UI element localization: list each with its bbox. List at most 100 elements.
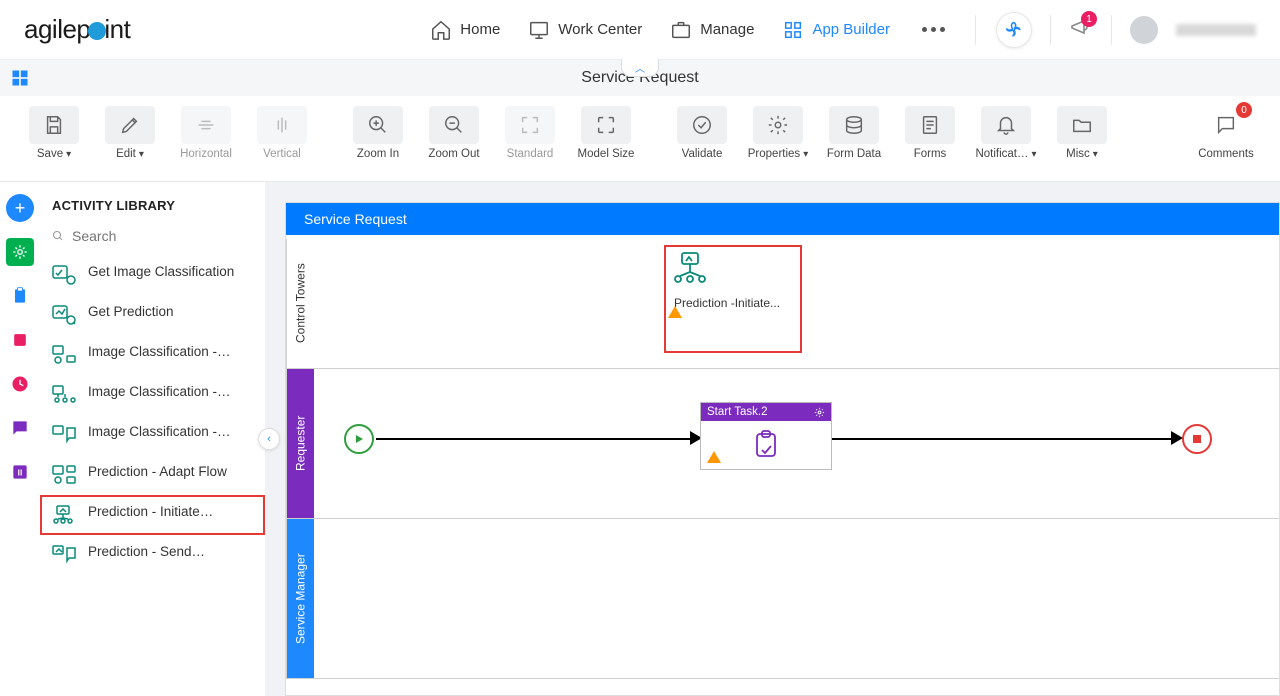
tool-edit-label: Edit	[116, 148, 136, 160]
tool-form-data-label: Form Data	[827, 148, 881, 160]
tool-edit[interactable]: Edit▾	[96, 106, 164, 160]
user-name	[1176, 24, 1256, 36]
brand-text-b: int	[104, 14, 130, 45]
tool-vertical-label: Vertical	[263, 148, 301, 160]
tool-properties[interactable]: Properties▾	[744, 106, 812, 160]
add-activity-button[interactable]: +	[6, 194, 34, 222]
activity-icon	[51, 304, 77, 326]
apps-icon	[782, 19, 804, 41]
activity-icon	[51, 424, 77, 446]
main-nav: Home Work Center Manage App Builder	[428, 13, 976, 47]
stop-icon	[1193, 435, 1201, 443]
tool-validate[interactable]: Validate	[668, 106, 736, 160]
search-icon	[52, 227, 64, 245]
briefcase-icon	[670, 19, 692, 41]
tool-properties-label: Properties	[748, 148, 800, 160]
search-input[interactable]	[72, 228, 253, 244]
warning-icon	[707, 451, 721, 463]
chevron-down-icon: ▾	[1032, 149, 1037, 160]
zoom-in-icon	[367, 114, 389, 136]
tool-misc[interactable]: Misc▾	[1048, 106, 1116, 160]
nav-more[interactable]	[916, 21, 951, 38]
lane-body[interactable]: Prediction -Initiate...	[314, 239, 1279, 368]
nav-app-builder[interactable]: App Builder	[780, 13, 892, 47]
activity-image-classification-3[interactable]: Image Classification -…	[40, 415, 265, 455]
header-collapse-toggle[interactable]: ︿	[621, 59, 659, 77]
lane-requester: Requester Start Task.2	[286, 369, 1279, 519]
edit-icon	[119, 114, 141, 136]
comment-icon	[1215, 114, 1237, 136]
activity-image-classification-1[interactable]: Image Classification -…	[40, 335, 265, 375]
activity-image-classification-2[interactable]: Image Classification -…	[40, 375, 265, 415]
activity-library-panel: ACTIVITY LIBRARY Get Image Classificatio…	[40, 182, 265, 696]
nav-separator	[975, 15, 976, 45]
activity-icon	[51, 504, 77, 526]
activity-prediction-send[interactable]: Prediction - Send…	[40, 535, 265, 575]
activity-icon	[51, 464, 77, 486]
tool-standard-label: Standard	[507, 148, 554, 160]
monitor-icon	[528, 19, 550, 41]
rail-ai-icon[interactable]	[6, 238, 34, 266]
process-canvas[interactable]: Service Request Control Towers Predictio…	[285, 202, 1280, 696]
tool-zoom-in[interactable]: Zoom In	[344, 106, 412, 160]
lane-body[interactable]	[314, 519, 1279, 678]
announcements-button[interactable]: 1	[1069, 15, 1093, 44]
nav-manage-label: Manage	[700, 21, 754, 38]
nav-manage[interactable]: Manage	[668, 13, 756, 47]
gear-icon[interactable]	[814, 407, 825, 418]
sidebar-collapse-toggle[interactable]: ‹	[258, 428, 280, 450]
tool-save-label: Save	[37, 148, 63, 160]
sep-3	[1111, 15, 1112, 45]
tool-comments[interactable]: 0 Comments	[1192, 106, 1260, 160]
pinwheel-icon	[1005, 21, 1023, 39]
tool-save[interactable]: Save▾	[20, 106, 88, 160]
tool-zoom-out-label: Zoom Out	[428, 148, 479, 160]
tool-zoom-in-label: Zoom In	[357, 148, 399, 160]
connector-2[interactable]	[832, 438, 1177, 440]
node-prediction-initiate[interactable]: Prediction -Initiate...	[670, 251, 796, 316]
sidebar-title: ACTIVITY LIBRARY	[40, 182, 265, 227]
activity-get-prediction[interactable]: Get Prediction	[40, 295, 265, 335]
fit-standard-icon	[519, 114, 541, 136]
rail-clipboard-icon[interactable]	[6, 282, 34, 310]
tool-form-data[interactable]: Form Data	[820, 106, 888, 160]
folder-icon	[1071, 114, 1093, 136]
end-node[interactable]	[1182, 424, 1212, 454]
task-header: Start Task.2	[701, 403, 831, 421]
node-prediction-label: Prediction -Initiate...	[670, 290, 796, 316]
rail-doc-icon[interactable]	[6, 326, 34, 354]
lane-body[interactable]: Start Task.2	[314, 369, 1279, 518]
activity-icon	[51, 264, 77, 286]
tool-forms[interactable]: Forms	[896, 106, 964, 160]
tool-notifications[interactable]: Notificat…▾	[972, 106, 1040, 160]
view-switch[interactable]	[10, 68, 30, 93]
connector-1[interactable]	[376, 438, 696, 440]
nav-home[interactable]: Home	[428, 13, 502, 47]
tool-model-size[interactable]: Model Size	[572, 106, 640, 160]
activity-get-image-classification[interactable]: Get Image Classification	[40, 255, 265, 295]
tool-zoom-out[interactable]: Zoom Out	[420, 106, 488, 160]
rail-text-icon[interactable]: II	[6, 458, 34, 486]
activity-icon	[51, 384, 77, 406]
rail-chart-icon[interactable]	[6, 370, 34, 398]
tool-model-size-label: Model Size	[578, 148, 635, 160]
chevron-down-icon: ▾	[66, 149, 71, 160]
activity-label: Prediction - Send…	[88, 543, 205, 561]
home-icon	[430, 19, 452, 41]
rail-chat-icon[interactable]	[6, 414, 34, 442]
pinwheel-button[interactable]	[996, 12, 1032, 48]
user-avatar[interactable]	[1130, 16, 1158, 44]
activity-prediction-adapt-flow[interactable]: Prediction - Adapt Flow	[40, 455, 265, 495]
gear-icon	[767, 114, 789, 136]
nav-work-center-label: Work Center	[558, 21, 642, 38]
task-start-task-2[interactable]: Start Task.2	[700, 402, 832, 470]
lane-label-requester: Requester	[286, 369, 314, 518]
brand-logo: agilep int	[24, 14, 130, 45]
activity-prediction-initiate[interactable]: Prediction - Initiate…	[40, 495, 265, 535]
activity-label: Get Prediction	[88, 303, 174, 321]
nav-work-center[interactable]: Work Center	[526, 13, 644, 47]
start-node[interactable]	[344, 424, 374, 454]
tool-standard: Standard	[496, 106, 564, 160]
left-rail: + II	[0, 182, 40, 696]
nav-home-label: Home	[460, 21, 500, 38]
